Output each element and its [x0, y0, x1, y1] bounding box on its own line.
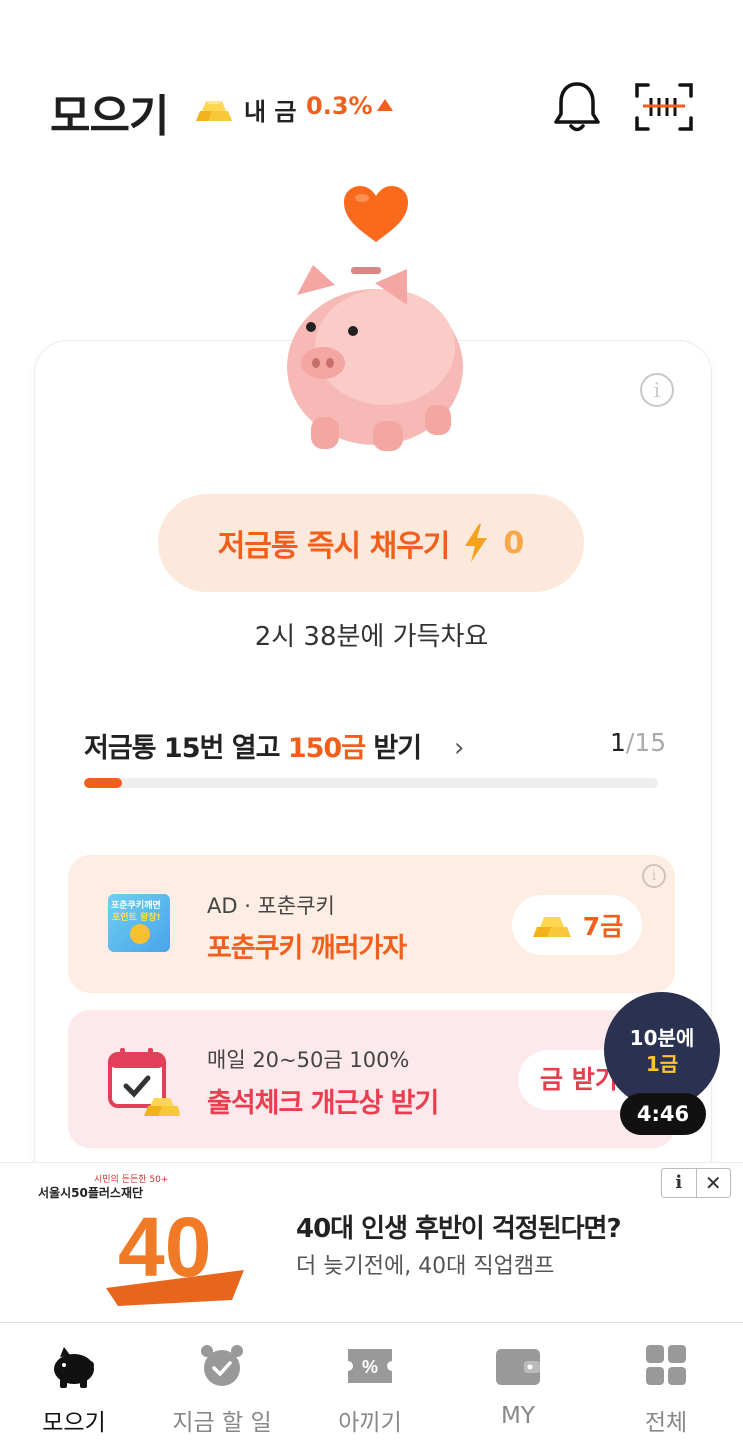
timer-countdown: 4:46	[620, 1093, 706, 1135]
mission-title: 포춘쿠키 깨러가자	[207, 933, 407, 964]
mission-subtitle: AD · 포춘쿠키	[207, 894, 335, 918]
my-gold-label: 내 금	[244, 98, 297, 126]
timer-line1: 10분에	[629, 1026, 695, 1050]
instant-fill-button[interactable]: 저금통 즉시 채우기 0	[158, 494, 584, 592]
fortune-cookie-ad-thumbnail: 포춘쿠키깨면 포인트 왕창!	[108, 894, 170, 952]
goal-label-prefix: 저금통 15번 열고	[84, 733, 288, 764]
barcode-scan-icon[interactable]	[634, 82, 694, 132]
heart-icon	[344, 186, 408, 242]
piggy-bank-icon	[54, 1347, 94, 1388]
coin-icon	[130, 924, 150, 944]
nav-item-all[interactable]: 전체	[592, 1323, 740, 1444]
instant-fill-count: 0	[503, 525, 525, 561]
nav-item-my[interactable]: MY	[444, 1323, 592, 1444]
goal-label-accent: 150금	[287, 733, 366, 764]
ad-thumb-line2: 포인트 왕창!	[112, 913, 161, 923]
svg-text:%: %	[362, 1357, 378, 1377]
ad-info-icon[interactable]: i	[642, 864, 666, 888]
instant-fill-label: 저금통 즉시 채우기	[217, 529, 451, 564]
nav-label: 전체	[644, 1410, 688, 1436]
bottom-navigation: 모으기 지금 할 일 % 아끼기 MY 전체	[0, 1322, 743, 1444]
coupon-icon: %	[348, 1349, 392, 1383]
nav-label: 아끼기	[338, 1410, 402, 1436]
banner-logo-text: 40	[118, 1200, 211, 1294]
lightning-icon	[465, 524, 488, 562]
full-time-text: 2시 38분에 가득차요	[254, 622, 489, 652]
mission-title: 출석체크 개근상 받기	[207, 1088, 439, 1119]
nav-item-save[interactable]: 모으기	[0, 1323, 148, 1444]
gold-bar-icon	[532, 917, 571, 937]
nav-label: 모으기	[42, 1410, 106, 1436]
goal-progress-count: 1/15	[610, 728, 666, 757]
wallet-icon	[496, 1349, 540, 1385]
goal-link[interactable]: 저금통 15번 열고 150금 받기	[84, 726, 422, 765]
gold-bar-icon	[196, 101, 232, 121]
my-gold-change: 0.3%	[306, 92, 373, 120]
goal-progress-bar	[84, 778, 658, 788]
ad-info-icon[interactable]: i	[662, 1169, 697, 1197]
banner-subtitle: 더 늦기전에, 40대 직업캠프	[296, 1254, 555, 1279]
nav-label: 지금 할 일	[172, 1410, 272, 1436]
mission-subtitle: 매일 20~50금 100%	[207, 1048, 410, 1072]
goal-progress-current: 1	[610, 728, 626, 757]
piggy-bank-image[interactable]	[275, 255, 475, 455]
chevron-right-icon[interactable]: ›	[454, 733, 464, 763]
banner-logo-40: 40	[106, 1200, 244, 1306]
up-arrow-icon	[377, 99, 393, 111]
ad-choices-badge[interactable]: i ✕	[661, 1168, 731, 1198]
goal-progress-fill	[84, 778, 123, 788]
close-icon[interactable]: ✕	[697, 1169, 731, 1197]
grid-icon	[646, 1345, 686, 1385]
nav-item-saving[interactable]: % 아끼기	[296, 1323, 444, 1444]
info-icon[interactable]: i	[640, 373, 674, 407]
bell-icon[interactable]	[552, 80, 602, 134]
timer-reward-bubble[interactable]: 10분에 1금	[604, 992, 720, 1108]
goal-label-suffix: 받기	[365, 733, 422, 764]
nav-item-todo[interactable]: 지금 할 일	[148, 1323, 296, 1444]
alarm-clock-icon	[201, 1345, 243, 1386]
goal-progress-total: /15	[625, 728, 667, 757]
nav-label: MY	[501, 1403, 535, 1429]
mission-reward-button[interactable]: 7금	[512, 895, 642, 955]
banner-title: 40대 인생 후반이 걱정된다면?	[296, 1214, 622, 1244]
page-title: 모으기	[50, 91, 169, 142]
mission-reward-label: 7금	[582, 912, 624, 941]
calendar-check-icon	[108, 1048, 180, 1116]
timer-line2: 1금	[645, 1052, 679, 1076]
